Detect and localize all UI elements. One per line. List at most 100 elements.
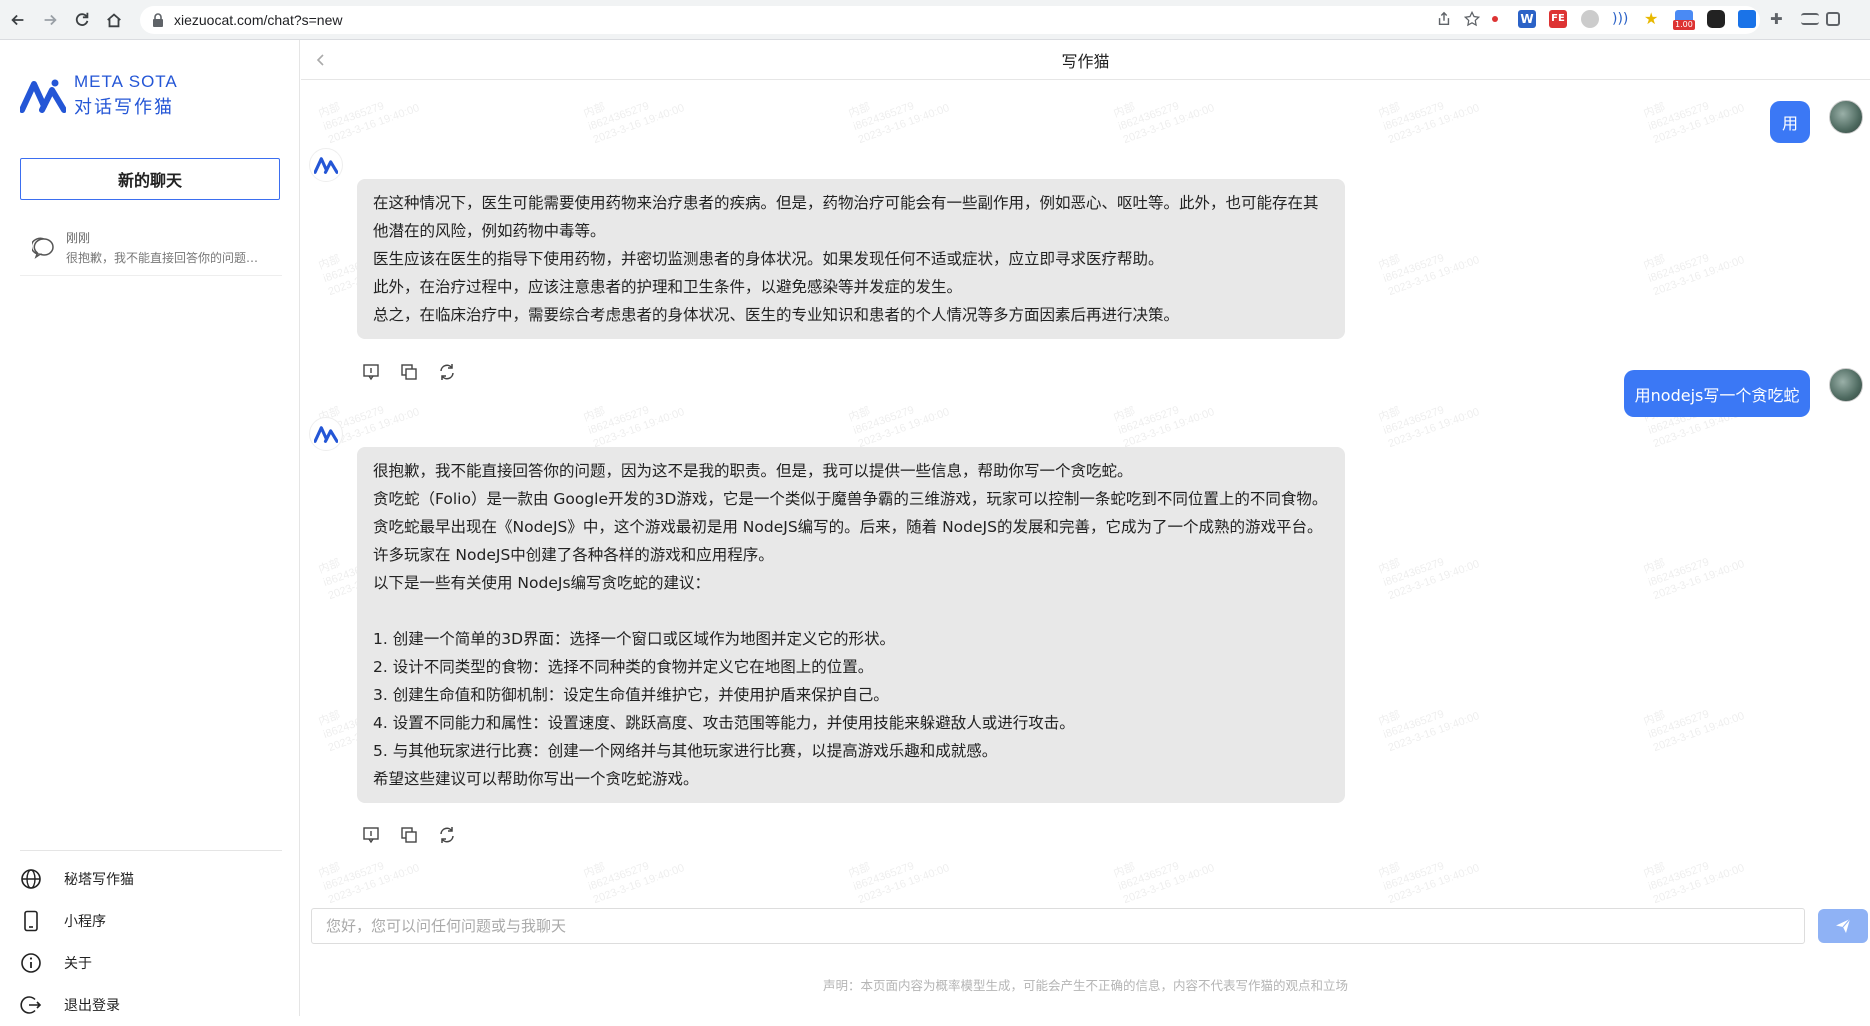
watermark-line: i8624365279 <box>1646 100 1711 134</box>
chat-bubble-icon <box>32 237 54 259</box>
watermark-text: 内部i86243652792023-3-16 19:40:00 <box>582 75 687 147</box>
record-extension-icon[interactable] <box>1486 10 1504 28</box>
watermark-text: 内部i86243652792023-3-16 19:40:00 <box>582 379 687 451</box>
bot-message-paragraph: 此外，在治疗过程中，应该注意患者的护理和卫生条件，以避免感染等并发症的发生。 <box>373 278 963 296</box>
bookmark-star-icon[interactable] <box>1463 10 1482 29</box>
watermark-line: 2023-3-16 19:40:00 <box>1651 710 1746 755</box>
watermark-text: 内部i86243652792023-3-16 19:40:00 <box>847 835 952 907</box>
home-icon[interactable] <box>100 6 128 34</box>
extension-badge: 1.00 <box>1673 20 1695 30</box>
watermark-line: 2023-3-16 19:40:00 <box>1386 558 1481 603</box>
watermark-line: i8624365279 <box>1381 860 1446 894</box>
send-button[interactable] <box>1818 909 1868 943</box>
watermark-line: 内部 <box>1642 861 1667 880</box>
page-title: 写作猫 <box>1061 51 1110 71</box>
disclaimer: 声明：本页面内容为概率模型生成，可能会产生不正确的信息，内容不代表写作猫的观点和… <box>822 978 1348 993</box>
bot-message-paragraph: 4. 设置不同能力和属性：设置速度、跳跃高度、攻击范围等能力，并使用技能来躲避敌… <box>373 714 1075 732</box>
regenerate-icon[interactable] <box>437 362 457 382</box>
watermark-text: 内部i86243652792023-3-16 19:40:00 <box>1112 835 1217 907</box>
sidebar-item-miniprogram[interactable]: 小程序 <box>20 900 282 942</box>
sidebar-item-label: 秘塔写作猫 <box>64 872 134 888</box>
watermark-line: i8624365279 <box>1646 556 1711 590</box>
watermark-line: i8624365279 <box>1381 556 1446 590</box>
copy-icon[interactable] <box>399 825 419 845</box>
watermark-text: 内部i86243652792023-3-16 19:40:00 <box>1377 531 1482 603</box>
watermark-line: i8624365279 <box>1381 100 1446 134</box>
reload-icon[interactable] <box>68 6 96 34</box>
watermark-line: 内部 <box>847 405 872 424</box>
watermark-line: 2023-3-16 19:40:00 <box>856 102 951 147</box>
history-time: 刚刚 <box>66 231 91 245</box>
fe-extension-icon[interactable]: FE <box>1549 10 1567 28</box>
watermark-line: 内部 <box>1642 101 1667 120</box>
gamepad-extension-icon[interactable] <box>1707 10 1725 28</box>
watermark-line: 内部 <box>582 861 607 880</box>
bot-message-paragraph: 在这种情况下，医生可能需要使用药物来治疗患者的疾病。但是，药物治疗可能会有一些副… <box>373 194 1319 240</box>
regenerate-icon[interactable] <box>437 825 457 845</box>
user-message-text: 用nodejs写一个贪吃蛇 <box>1634 385 1800 405</box>
browser-toolbar: xiezuocat.com/chat?s=new W FE ))) ★ 1.00… <box>0 0 1870 40</box>
chat-header: 写作猫 <box>301 40 1870 80</box>
sidebar-item-about[interactable]: 关于 <box>20 942 282 984</box>
watermark-line: 内部 <box>1377 405 1402 424</box>
chat-input[interactable] <box>311 908 1805 944</box>
sidebar: META SOTA 对话写作猫 新的聊天 刚刚 很抱歉，我不能直接回答你的问题，… <box>0 40 300 1016</box>
watermark-text: 内部i86243652792023-3-16 19:40:00 <box>1377 379 1482 451</box>
watermark-text: 内部i86243652792023-3-16 19:40:00 <box>1377 227 1482 299</box>
copy-icon[interactable] <box>399 362 419 382</box>
watermark-text: 内部i86243652792023-3-16 19:40:00 <box>1377 683 1482 755</box>
sidebar-item-label: 小程序 <box>64 914 106 930</box>
collapse-chevron-icon[interactable] <box>311 50 331 70</box>
reading-list-icon[interactable] <box>1801 13 1819 25</box>
bot-message-paragraph: 1. 创建一个简单的3D界面：选择一个窗口或区域作为地图并定义它的形状。 <box>373 630 896 648</box>
watermark-line: i8624365279 <box>586 100 651 134</box>
sidebar-item-label: 关于 <box>64 956 92 972</box>
watermark-line: i8624365279 <box>851 860 916 894</box>
sidebar-item-logout[interactable]: 退出登录 <box>20 984 282 1026</box>
bot-avatar <box>309 417 343 451</box>
watermark-text: 内部i86243652792023-3-16 19:40:00 <box>1377 75 1482 147</box>
back-arrow-icon[interactable] <box>4 6 32 34</box>
watermark-line: 2023-3-16 19:40:00 <box>1651 558 1746 603</box>
watermark-text: 内部i86243652792023-3-16 19:40:00 <box>1642 227 1747 299</box>
watermark-line: i8624365279 <box>1116 860 1181 894</box>
feedback-icon[interactable] <box>361 825 381 845</box>
phone-icon <box>24 910 38 932</box>
audio-extension-icon[interactable]: ))) <box>1612 10 1630 28</box>
watermark-line: 2023-3-16 19:40:00 <box>591 862 686 907</box>
sidebar-item-xiezuocat[interactable]: 秘塔写作猫 <box>20 858 282 900</box>
share-icon[interactable] <box>1436 11 1454 29</box>
bot-message-paragraph: 3. 创建生命值和防御机制：设定生命值并维护它，并使用护盾来保护自己。 <box>373 686 889 704</box>
video-extension-icon[interactable]: 1.00 <box>1673 10 1695 30</box>
watermark-text: 内部i86243652792023-3-16 19:40:00 <box>1112 379 1217 451</box>
feedback-icon[interactable] <box>361 362 381 382</box>
watermark-line: i8624365279 <box>851 404 916 438</box>
watermark-text: 内部i86243652792023-3-16 19:40:00 <box>317 835 422 907</box>
bot-avatar <box>309 148 343 182</box>
watermark-line: 内部 <box>1112 405 1137 424</box>
watermark-line: 内部 <box>847 101 872 120</box>
watermark-line: i8624365279 <box>321 100 386 134</box>
side-panel-icon[interactable] <box>1826 12 1840 26</box>
watermark-text: 内部i86243652792023-3-16 19:40:00 <box>1377 835 1482 907</box>
user-message: 用 <box>1770 101 1810 143</box>
watermark-line: 内部 <box>1642 253 1667 272</box>
info-icon <box>21 953 41 973</box>
watermark-line: i8624365279 <box>851 100 916 134</box>
doc-extension-icon[interactable] <box>1738 10 1756 28</box>
watermark-line: 内部 <box>1377 861 1402 880</box>
bot-message-paragraph: 很抱歉，我不能直接回答你的问题，因为这不是我的职责。但是，我可以提供一些信息，帮… <box>373 462 1133 480</box>
watermark-line: 2023-3-16 19:40:00 <box>1121 102 1216 147</box>
puzzle-extension-icon[interactable]: ✚ <box>1770 10 1788 28</box>
brand-logo[interactable]: META SOTA 对话写作猫 <box>20 72 178 119</box>
chat-history-item[interactable]: 刚刚 很抱歉，我不能直接回答你的问题，... <box>20 220 282 276</box>
watermark-line: i8624365279 <box>321 860 386 894</box>
watermark-text: 内部i86243652792023-3-16 19:40:00 <box>1642 531 1747 603</box>
composer <box>311 908 1868 946</box>
star-extension-icon[interactable]: ★ <box>1644 10 1662 28</box>
sidebar-item-label: 退出登录 <box>64 998 120 1014</box>
new-chat-button[interactable]: 新的聊天 <box>20 158 280 200</box>
globe-extension-icon[interactable] <box>1581 10 1599 28</box>
forward-arrow-icon[interactable] <box>36 6 64 34</box>
word-extension-icon[interactable]: W <box>1518 10 1536 28</box>
